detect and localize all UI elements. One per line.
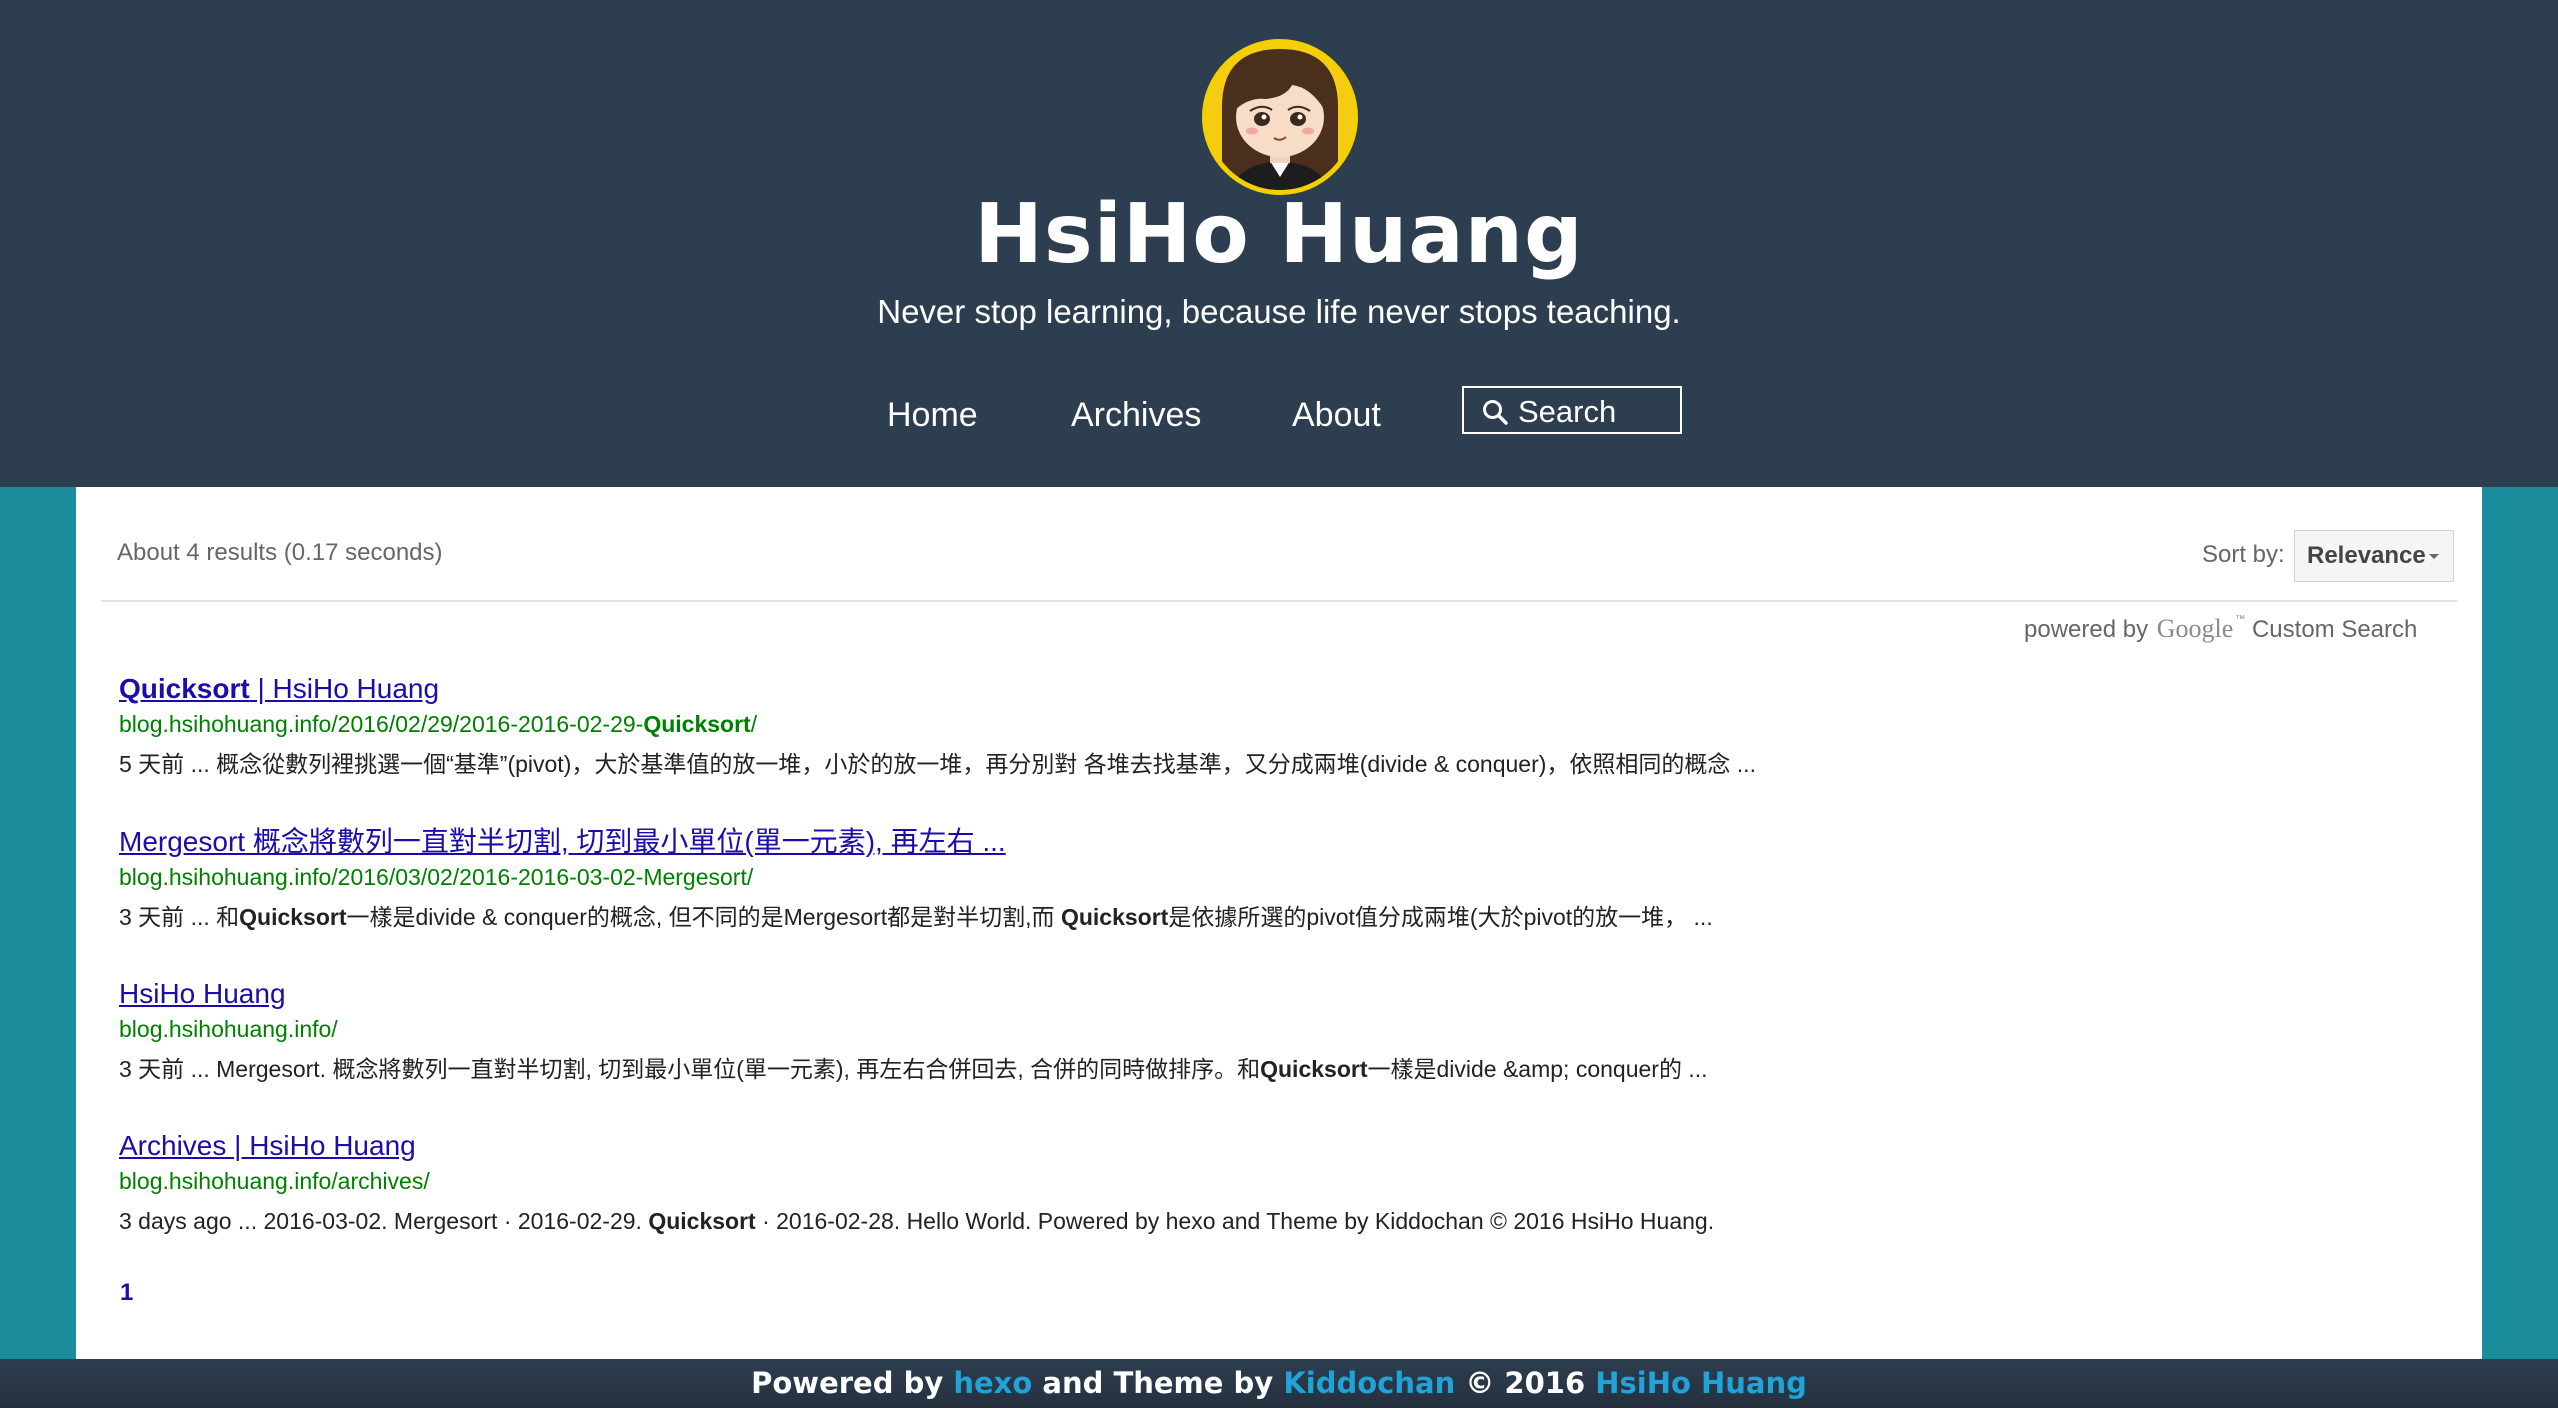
search-icon	[1483, 400, 1508, 425]
result-title-link[interactable]: Quicksort | HsiHo Huang	[119, 671, 1756, 707]
site-footer: Powered by hexo and Theme by Kiddochan ©…	[0, 1359, 2558, 1408]
footer-owner-link[interactable]: HsiHo Huang	[1595, 1366, 1807, 1400]
footer-copyright: © 2016	[1455, 1366, 1596, 1400]
powered-by-label: powered by	[2024, 616, 2149, 643]
result-url: blog.hsihohuang.info/	[119, 1016, 338, 1042]
search-results-panel: About 4 results (0.17 seconds) Sort by: …	[76, 487, 2482, 1359]
search-result: Mergesort 概念將數列一直對半切割, 切到最小單位(單一元素), 再左右…	[119, 824, 1713, 932]
search-label: Search	[1518, 394, 1617, 429]
custom-search-label: Custom Search	[2251, 616, 2418, 643]
result-snippet: 3 天前 ... Mergesort. 概念將數列一直對半切割, 切到最小單位(…	[119, 1056, 1708, 1082]
search-result: Archives | HsiHo Huang blog.hsihohuang.i…	[119, 1128, 1714, 1236]
footer-theme-label: and Theme by	[1032, 1366, 1284, 1400]
result-url: blog.hsihohuang.info/archives/	[119, 1168, 430, 1194]
footer-hexo-link[interactable]: hexo	[953, 1366, 1032, 1400]
pagination-page-1[interactable]: 1	[120, 1279, 133, 1307]
sort-value: Relevance	[2307, 542, 2426, 569]
sort-dropdown[interactable]: Relevance	[2294, 530, 2454, 582]
result-snippet: 3 days ago ... 2016-03-02. Mergesort · 2…	[119, 1208, 1715, 1234]
result-title-link[interactable]: HsiHo Huang	[119, 976, 1708, 1012]
site-tagline: Never stop learning, because life never …	[877, 293, 1681, 330]
footer-kiddochan-link[interactable]: Kiddochan	[1283, 1366, 1455, 1400]
avatar[interactable]	[1200, 37, 1360, 197]
nav-archives-link[interactable]: Archives	[1071, 390, 1201, 440]
result-title-link[interactable]: Mergesort 概念將數列一直對半切割, 切到最小單位(單一元素), 再左右…	[119, 824, 1713, 860]
nav-home-link[interactable]: Home	[887, 390, 978, 440]
google-logo: Google	[2156, 614, 2234, 643]
result-title-link[interactable]: Archives | HsiHo Huang	[119, 1128, 1714, 1164]
footer-powered-label: Powered by	[751, 1366, 954, 1400]
divider	[101, 600, 2458, 602]
result-url: blog.hsihohuang.info/2016/02/29/2016-201…	[119, 711, 758, 737]
sort-label: Sort by:	[2202, 541, 2285, 568]
result-snippet: 3 天前 ... 和Quicksort一樣是divide & conquer的概…	[119, 904, 1713, 930]
result-count: About 4 results (0.17 seconds)	[117, 539, 443, 566]
site-header: HsiHo Huang Never stop learning, because…	[0, 0, 2558, 487]
result-url: blog.hsihohuang.info/2016/03/02/2016-201…	[119, 864, 754, 890]
site-title[interactable]: HsiHo Huang	[0, 185, 2558, 285]
search-button[interactable]: Search	[1462, 386, 1682, 434]
search-result: Quicksort | HsiHo Huang blog.hsihohuang.…	[119, 671, 1756, 779]
search-result: HsiHo Huang blog.hsihohuang.info/ 3 天前 .…	[119, 976, 1708, 1084]
chevron-down-icon	[2429, 554, 2439, 559]
nav-about-link[interactable]: About	[1292, 390, 1381, 440]
powered-by-google: powered by Google ™ Custom Search	[2024, 614, 2418, 643]
result-snippet: 5 天前 ... 概念從數列裡挑選一個“基準”(pivot)，大於基準值的放一堆…	[119, 751, 1756, 777]
